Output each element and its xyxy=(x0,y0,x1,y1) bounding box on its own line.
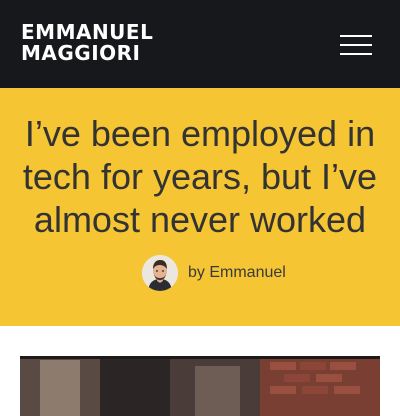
article-featured-image xyxy=(20,356,380,416)
author-portrait-icon xyxy=(142,255,178,291)
site-logo[interactable]: EMMANUEL MAGGIORI xyxy=(21,22,153,64)
author-name[interactable]: by Emmanuel xyxy=(188,264,286,282)
logo-line-2: MAGGIORI xyxy=(21,41,141,65)
hamburger-menu-icon[interactable] xyxy=(340,35,372,55)
logo-line-1: EMMANUEL xyxy=(21,20,154,44)
article-hero: I’ve been employed in tech for years, bu… xyxy=(0,88,400,326)
site-header: EMMANUEL MAGGIORI xyxy=(0,0,400,88)
menu-bar-top xyxy=(340,35,372,37)
article-title: I’ve been employed in tech for years, bu… xyxy=(22,113,378,240)
author-byline: by Emmanuel xyxy=(142,255,286,291)
featured-image-graphic xyxy=(20,356,380,416)
menu-bar-middle xyxy=(340,44,372,46)
menu-bar-bottom xyxy=(340,53,372,55)
author-avatar[interactable] xyxy=(142,255,178,291)
